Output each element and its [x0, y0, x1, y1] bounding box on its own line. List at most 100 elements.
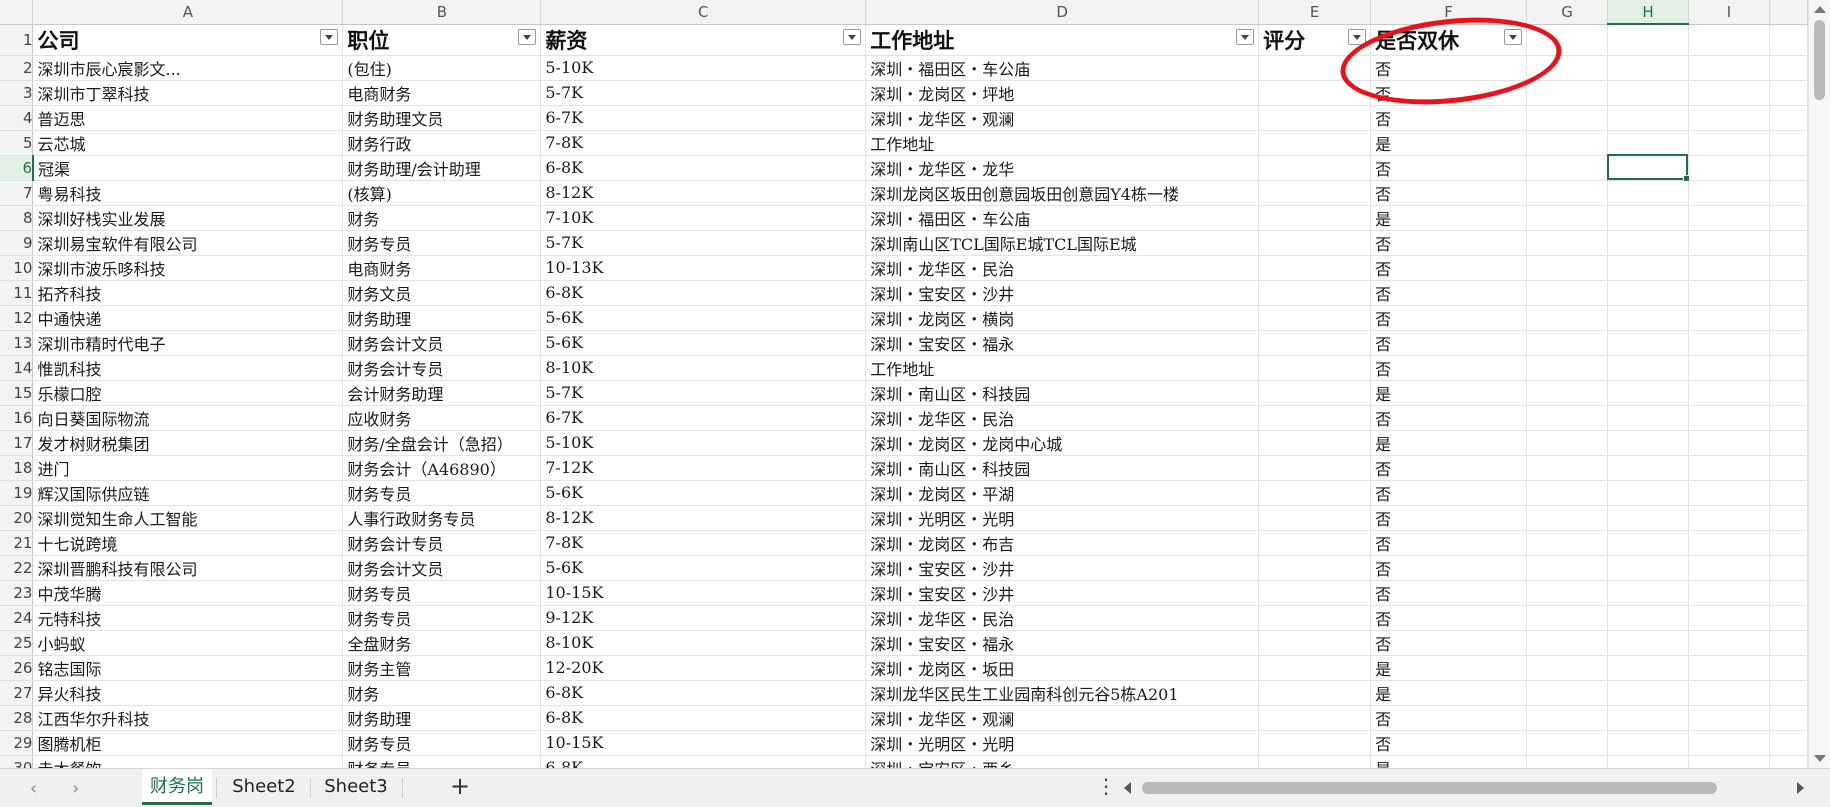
cell-h9[interactable]	[1607, 230, 1689, 256]
cell-rating[interactable]	[1258, 380, 1372, 406]
cell-weekend-off[interactable]: 否	[1370, 305, 1528, 331]
cell-i19[interactable]	[1688, 480, 1770, 506]
row-header-29[interactable]: 29	[0, 730, 34, 756]
cell-address[interactable]: 深圳・宝安区・福永	[865, 330, 1260, 356]
header-rating-cell[interactable]: 评分	[1258, 24, 1372, 56]
cell-filler[interactable]	[1769, 280, 1808, 306]
header-salary-cell[interactable]: 薪资	[540, 24, 867, 56]
cell-weekend-off[interactable]: 否	[1370, 180, 1528, 206]
cell-rating[interactable]	[1258, 705, 1372, 731]
cell-h19[interactable]	[1607, 480, 1689, 506]
cell-g14[interactable]	[1526, 355, 1609, 381]
cell-position[interactable]: 财务会计文员	[342, 330, 542, 356]
cell-weekend-off[interactable]: 否	[1370, 55, 1528, 81]
filter-dropdown-icon[interactable]	[1236, 28, 1255, 45]
cell-company[interactable]: 向日葵国际物流	[32, 405, 344, 431]
cell-company[interactable]: 图腾机柜	[32, 730, 344, 756]
filter-dropdown-icon[interactable]	[518, 28, 537, 45]
cell-salary[interactable]: 8-12K	[540, 505, 867, 531]
row-header-24[interactable]: 24	[0, 605, 34, 631]
cell-salary[interactable]: 6-8K	[540, 155, 867, 181]
cell-h13[interactable]	[1607, 330, 1689, 356]
cell-filler[interactable]	[1769, 705, 1808, 731]
row-header-7[interactable]: 7	[0, 180, 34, 206]
cell-g18[interactable]	[1526, 455, 1609, 481]
cell-h10[interactable]	[1607, 255, 1689, 281]
cell-position[interactable]: 财务会计专员	[342, 355, 542, 381]
column-header-e[interactable]: E	[1258, 0, 1372, 25]
cell-h24[interactable]	[1607, 605, 1689, 631]
cell-h27[interactable]	[1607, 680, 1689, 706]
cell-filler[interactable]	[1769, 130, 1808, 156]
cell-company[interactable]: 深圳市辰心宸影文...	[32, 55, 344, 81]
cell-position[interactable]: 电商财务	[342, 80, 542, 106]
cell-rating[interactable]	[1258, 730, 1372, 756]
column-header-a[interactable]: A	[32, 0, 344, 25]
cell-h29[interactable]	[1607, 730, 1689, 756]
cell-address[interactable]: 深圳・宝安区・福永	[865, 630, 1260, 656]
cell-address[interactable]: 深圳・福田区・车公庙	[865, 55, 1260, 81]
cell-i6[interactable]	[1688, 155, 1770, 181]
filter-dropdown-icon[interactable]	[1348, 28, 1367, 45]
row-header-21[interactable]: 21	[0, 530, 34, 556]
cell-h2[interactable]	[1607, 55, 1689, 81]
cell-position[interactable]: 财务助理	[342, 705, 542, 731]
cell-rating[interactable]	[1258, 330, 1372, 356]
row-header-9[interactable]: 9	[0, 230, 34, 256]
cell-filler[interactable]	[1769, 455, 1808, 481]
cell-g22[interactable]	[1526, 555, 1609, 581]
column-header-i[interactable]: I	[1688, 0, 1770, 25]
cell-g2[interactable]	[1526, 55, 1609, 81]
row-header-5[interactable]: 5	[0, 130, 34, 156]
cell-filler[interactable]	[1769, 255, 1808, 281]
cell-h17[interactable]	[1607, 430, 1689, 456]
cell-salary[interactable]: 6-8K	[540, 755, 867, 768]
header-position-cell[interactable]: 职位	[342, 24, 542, 56]
cell-salary[interactable]: 9-12K	[540, 605, 867, 631]
cell-company[interactable]: 深圳晋鹏科技有限公司	[32, 555, 344, 581]
cell-company[interactable]: 小蚂蚁	[32, 630, 344, 656]
cell-h4[interactable]	[1607, 105, 1689, 131]
cell-address[interactable]: 深圳・南山区・科技园	[865, 380, 1260, 406]
cell-g8[interactable]	[1526, 205, 1609, 231]
cell-weekend-off[interactable]: 否	[1370, 705, 1528, 731]
cell-filler[interactable]	[1769, 730, 1808, 756]
cell-h1[interactable]	[1607, 24, 1689, 56]
cell-table[interactable]: ABCDEFGHI 1 公司 职位 薪资 工作地址 评分 是否双休 2 深圳市辰心宸影文...(…	[0, 0, 1808, 768]
cell-filler[interactable]	[1769, 655, 1808, 681]
column-header-b[interactable]: B	[342, 0, 542, 25]
cell-filler[interactable]	[1769, 330, 1808, 356]
row-header-11[interactable]: 11	[0, 280, 34, 306]
cell-salary[interactable]: 5-10K	[540, 55, 867, 81]
cell-address[interactable]: 深圳・龙华区・龙华	[865, 155, 1260, 181]
active-cell-selection[interactable]	[1606, 154, 1691, 182]
cell-company[interactable]: 惟凯科技	[32, 355, 344, 381]
cell-company[interactable]: 深圳市丁翠科技	[32, 80, 344, 106]
cell-i9[interactable]	[1688, 230, 1770, 256]
more-options-icon[interactable]: ⋮	[1096, 774, 1116, 798]
cell-rating[interactable]	[1258, 430, 1372, 456]
cell-company[interactable]: 深圳市精时代电子	[32, 330, 344, 356]
cell-company[interactable]: 铭志国际	[32, 655, 344, 681]
cell-filler[interactable]	[1769, 305, 1808, 331]
cell-company[interactable]: 拓齐科技	[32, 280, 344, 306]
cell-position[interactable]: 财务专员	[342, 580, 542, 606]
cell-rating[interactable]	[1258, 280, 1372, 306]
cell-h20[interactable]	[1607, 505, 1689, 531]
cell-position[interactable]: 电商财务	[342, 255, 542, 281]
row-header-28[interactable]: 28	[0, 705, 34, 731]
cell-rating[interactable]	[1258, 480, 1372, 506]
cell-rating[interactable]	[1258, 180, 1372, 206]
cell-company[interactable]: 发才树财税集团	[32, 430, 344, 456]
row-header-1[interactable]: 1	[0, 24, 34, 56]
cell-filler[interactable]	[1769, 755, 1808, 768]
cell-rating[interactable]	[1258, 580, 1372, 606]
filter-dropdown-icon[interactable]	[1504, 28, 1523, 45]
cell-h30[interactable]	[1607, 755, 1689, 768]
cell-h16[interactable]	[1607, 405, 1689, 431]
cell-weekend-off[interactable]: 是	[1370, 130, 1528, 156]
cell-address[interactable]: 深圳・龙岗区・龙岗中心城	[865, 430, 1260, 456]
cell-salary[interactable]: 10-15K	[540, 730, 867, 756]
cell-salary[interactable]: 5-6K	[540, 480, 867, 506]
cell-position[interactable]: 应收财务	[342, 405, 542, 431]
